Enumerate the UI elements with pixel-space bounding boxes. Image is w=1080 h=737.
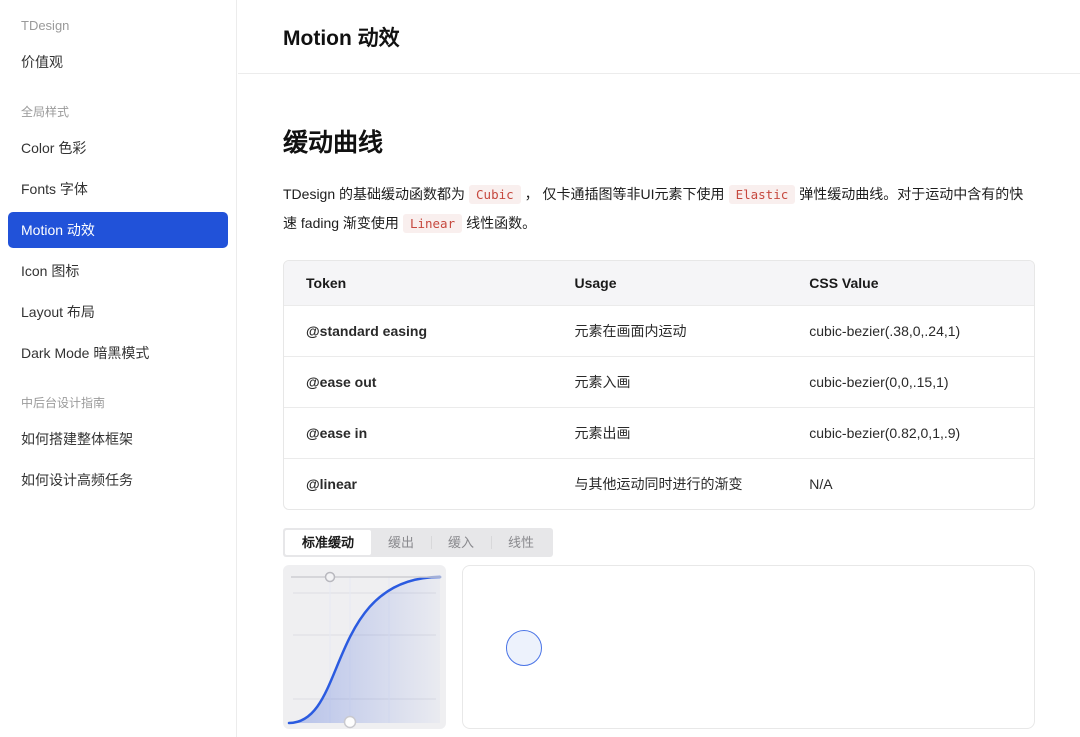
css-value-cell: N/A xyxy=(787,458,1034,509)
sidebar-item-color[interactable]: Color 色彩 xyxy=(8,130,228,166)
token-ease-out: @ease out xyxy=(284,356,553,407)
sidebar-section-global: 全局样式 xyxy=(8,105,228,119)
intro-text: 线性函数。 xyxy=(466,215,536,231)
top-control-handle[interactable] xyxy=(326,573,335,582)
table-header-row: Token Usage CSS Value xyxy=(284,261,1034,305)
animation-demo-panel xyxy=(462,565,1035,729)
code-chip-elastic: Elastic xyxy=(729,185,796,204)
sidebar-item-motion[interactable]: Motion 动效 xyxy=(8,212,228,248)
css-value-cell: cubic-bezier(0.82,0,1,.9) xyxy=(787,407,1034,458)
sidebar-item-values[interactable]: 价值观 xyxy=(8,44,228,80)
usage-cell: 与其他运动同时进行的渐变 xyxy=(553,458,788,509)
intro-text: TDesign 的基础缓动函数都为 xyxy=(283,186,465,202)
table-row: @linear 与其他运动同时进行的渐变 N/A xyxy=(284,458,1034,509)
tab-standard-easing[interactable]: 标准缓动 xyxy=(285,530,371,555)
sidebar: TDesign 价值观 全局样式 Color 色彩 Fonts 字体 Motio… xyxy=(0,0,237,737)
table-row: @standard easing 元素在画面内运动 cubic-bezier(.… xyxy=(284,305,1034,356)
sidebar-item-framework[interactable]: 如何搭建整体框架 xyxy=(8,421,228,457)
usage-cell: 元素出画 xyxy=(553,407,788,458)
tab-ease-in[interactable]: 缓入 xyxy=(431,530,491,555)
brand-logo-text: TDesign xyxy=(8,18,228,34)
easing-tokens-table: Token Usage CSS Value @standard easing 元… xyxy=(283,260,1035,510)
column-header-usage: Usage xyxy=(553,261,788,305)
bezier-curve-svg xyxy=(283,565,446,729)
sidebar-item-layout[interactable]: Layout 布局 xyxy=(8,294,228,330)
column-header-css-value: CSS Value xyxy=(787,261,1034,305)
sidebar-item-darkmode[interactable]: Dark Mode 暗黑模式 xyxy=(8,335,228,371)
code-chip-cubic: Cubic xyxy=(469,185,521,204)
code-chip-linear: Linear xyxy=(403,214,462,233)
page-title: Motion 动效 xyxy=(283,22,400,52)
page-header: Motion 动效 xyxy=(238,0,1080,74)
table-row: @ease out 元素入画 cubic-bezier(0,0,.15,1) xyxy=(284,356,1034,407)
sidebar-item-tasks[interactable]: 如何设计高频任务 xyxy=(8,462,228,498)
section-heading: 缓动曲线 xyxy=(283,127,1035,159)
token-standard-easing: @standard easing xyxy=(284,305,553,356)
bezier-curve-graph xyxy=(283,565,446,729)
tab-ease-out[interactable]: 缓出 xyxy=(371,530,431,555)
token-ease-in: @ease in xyxy=(284,407,553,458)
easing-demo-tabbar: 标准缓动 缓出 缓入 线性 xyxy=(283,528,553,557)
css-value-cell: cubic-bezier(.38,0,.24,1) xyxy=(787,305,1034,356)
curve-area-fill xyxy=(289,577,440,723)
sidebar-section-guides: 中后台设计指南 xyxy=(8,396,228,410)
bottom-control-handle[interactable] xyxy=(345,717,356,728)
token-linear: @linear xyxy=(284,458,553,509)
css-value-cell: cubic-bezier(0,0,.15,1) xyxy=(787,356,1034,407)
intro-paragraph: TDesign 的基础缓动函数都为Cubic， 仅卡通插图等非UI元素下使用El… xyxy=(283,180,1035,238)
main-content: Motion 动效 缓动曲线 TDesign 的基础缓动函数都为Cubic， 仅… xyxy=(238,0,1080,737)
tab-linear[interactable]: 线性 xyxy=(491,530,551,555)
sidebar-item-icon[interactable]: Icon 图标 xyxy=(8,253,228,289)
column-header-token: Token xyxy=(284,261,553,305)
animated-ball xyxy=(506,630,542,666)
usage-cell: 元素在画面内运动 xyxy=(553,305,788,356)
usage-cell: 元素入画 xyxy=(553,356,788,407)
table-row: @ease in 元素出画 cubic-bezier(0.82,0,1,.9) xyxy=(284,407,1034,458)
intro-text: ， 仅卡通插图等非UI元素下使用 xyxy=(525,186,725,202)
sidebar-item-fonts[interactable]: Fonts 字体 xyxy=(8,171,228,207)
